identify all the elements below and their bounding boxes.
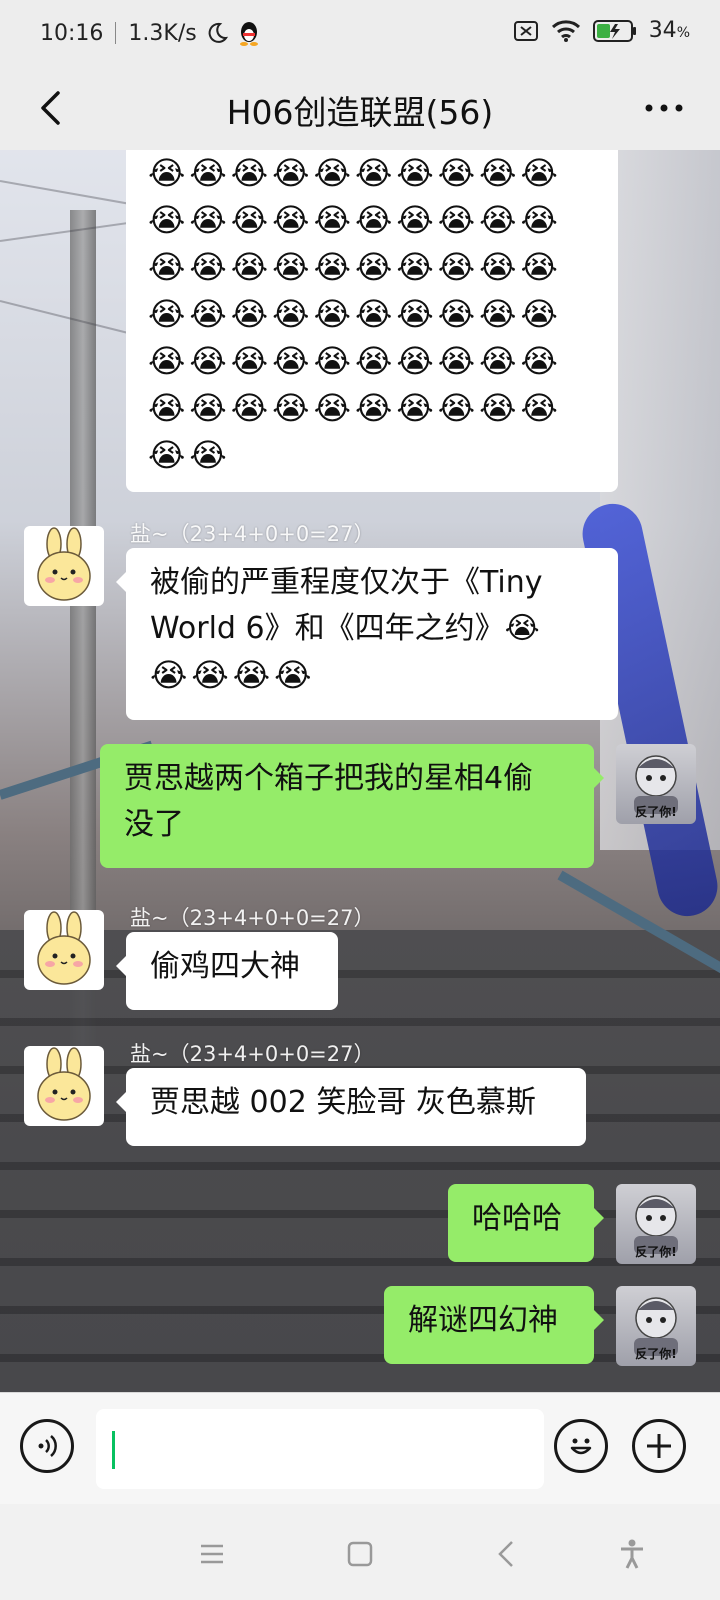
message-input[interactable]	[96, 1409, 544, 1489]
message-bubble[interactable]: 哈哈哈	[448, 1184, 604, 1262]
emoji-row: 😭😭😭😭😭😭😭😭😭😭	[148, 201, 562, 239]
plus-button[interactable]	[632, 1419, 686, 1473]
message-text: World 6》和《四年之约》😭	[150, 611, 540, 646]
bunny-avatar-icon	[37, 1047, 91, 1121]
message-text: 哈哈哈	[472, 1201, 562, 1236]
chat-area[interactable]: 😭😭😭😭😭😭😭😭😭😭 😭😭😭😭😭😭😭😭😭😭 😭😭😭😭😭😭😭😭😭😭 😭😭😭😭😭😭😭…	[0, 150, 720, 1392]
sender-name: 盐~（23+4+0+0=27）	[130, 522, 375, 546]
sender-name: 盐~（23+4+0+0=27）	[130, 906, 375, 930]
avatar[interactable]	[24, 1046, 104, 1126]
accessibility-button[interactable]	[612, 1534, 652, 1574]
menu-button[interactable]	[192, 1534, 232, 1574]
avatar[interactable]	[24, 910, 104, 990]
message-bubble[interactable]: 贾思越 002 笑脸哥 灰色慕斯	[116, 1068, 586, 1146]
battery-percent: 34%	[648, 18, 690, 43]
emoji-row: 😭😭😭😭😭😭😭😭😭😭	[148, 342, 562, 380]
chat-header: H06创造联盟(56)	[0, 68, 720, 150]
more-button[interactable]	[634, 82, 694, 134]
network-speed: 1.3K/s	[128, 20, 197, 46]
home-button[interactable]	[340, 1534, 380, 1574]
sim-off-icon	[513, 20, 539, 42]
status-separator	[115, 22, 117, 44]
message-bubble[interactable]: 偷鸡四大神	[116, 932, 338, 1010]
system-nav-bar	[0, 1504, 720, 1600]
chat-title: H06创造联盟(56)	[226, 93, 494, 132]
status-time: 10:16	[40, 20, 104, 46]
message-text: 没了	[124, 807, 184, 842]
message-bubble[interactable]: 被偷的严重程度仅次于《Tiny World 6》和《四年之约》😭 😭😭😭😭	[116, 548, 618, 720]
bunny-avatar-icon	[37, 911, 91, 985]
emoji-button[interactable]	[554, 1419, 608, 1473]
message-bubble[interactable]: 贾思越两个箱子把我的星相4偷 没了	[100, 744, 604, 868]
wifi-icon	[551, 19, 581, 43]
avatar-caption: 反了你!	[635, 1347, 677, 1361]
text-caret	[112, 1431, 115, 1469]
avatar-caption: 反了你!	[635, 1245, 677, 1259]
emoji-row: 😭😭😭😭😭😭😭😭😭😭	[148, 389, 562, 427]
avatar[interactable]: 反了你!	[616, 744, 696, 824]
menu-icon	[201, 1544, 223, 1564]
emoji-row: 😭😭😭😭😭😭😭😭😭😭	[148, 248, 562, 286]
moon-icon	[205, 21, 229, 45]
plus-icon	[647, 1434, 671, 1458]
message-text: 贾思越两个箱子把我的星相4偷	[124, 761, 534, 796]
status-left: 10:16 1.3K/s	[40, 20, 261, 46]
avatar[interactable]: 反了你!	[616, 1286, 696, 1366]
home-square-icon	[347, 1541, 373, 1567]
input-bar	[0, 1392, 720, 1504]
back-triangle-icon	[498, 1541, 513, 1567]
message-text: 解谜四幻神	[408, 1303, 558, 1338]
more-dots-icon	[645, 104, 683, 112]
voice-button[interactable]	[20, 1419, 74, 1473]
status-bar: 10:16 1.3K/s 34%	[0, 0, 720, 68]
nav-back-button[interactable]	[486, 1534, 526, 1574]
message-bubble[interactable]: 解谜四幻神	[384, 1286, 604, 1364]
smiley-icon	[570, 1438, 592, 1455]
emoji-row: 😭😭	[148, 436, 231, 474]
message-text: 被偷的严重程度仅次于《Tiny	[150, 565, 543, 600]
voice-icon	[38, 1435, 57, 1457]
background-stairs	[0, 930, 720, 1392]
emoji-row: 😭😭😭😭😭😭😭😭😭😭	[148, 295, 562, 333]
avatar[interactable]	[24, 526, 104, 606]
accessibility-icon	[621, 1539, 643, 1569]
avatar[interactable]: 反了你!	[616, 1184, 696, 1264]
sender-name: 盐~（23+4+0+0=27）	[130, 1042, 375, 1066]
status-right: 34%	[513, 18, 690, 43]
emoji-row: 😭😭😭😭😭😭😭😭😭😭	[148, 154, 562, 192]
battery-icon	[592, 19, 637, 43]
qq-penguin-icon	[237, 20, 261, 46]
message-text: 😭😭😭😭	[150, 656, 316, 694]
message-text: 偷鸡四大神	[150, 949, 300, 984]
message-bubble[interactable]: 😭😭😭😭😭😭😭😭😭😭 😭😭😭😭😭😭😭😭😭😭 😭😭😭😭😭😭😭😭😭😭 😭😭😭😭😭😭😭…	[126, 150, 618, 492]
bunny-avatar-icon	[37, 527, 91, 601]
battery-unit: %	[676, 25, 690, 41]
avatar-caption: 反了你!	[635, 805, 677, 819]
message-text: 贾思越 002 笑脸哥 灰色慕斯	[150, 1085, 536, 1120]
